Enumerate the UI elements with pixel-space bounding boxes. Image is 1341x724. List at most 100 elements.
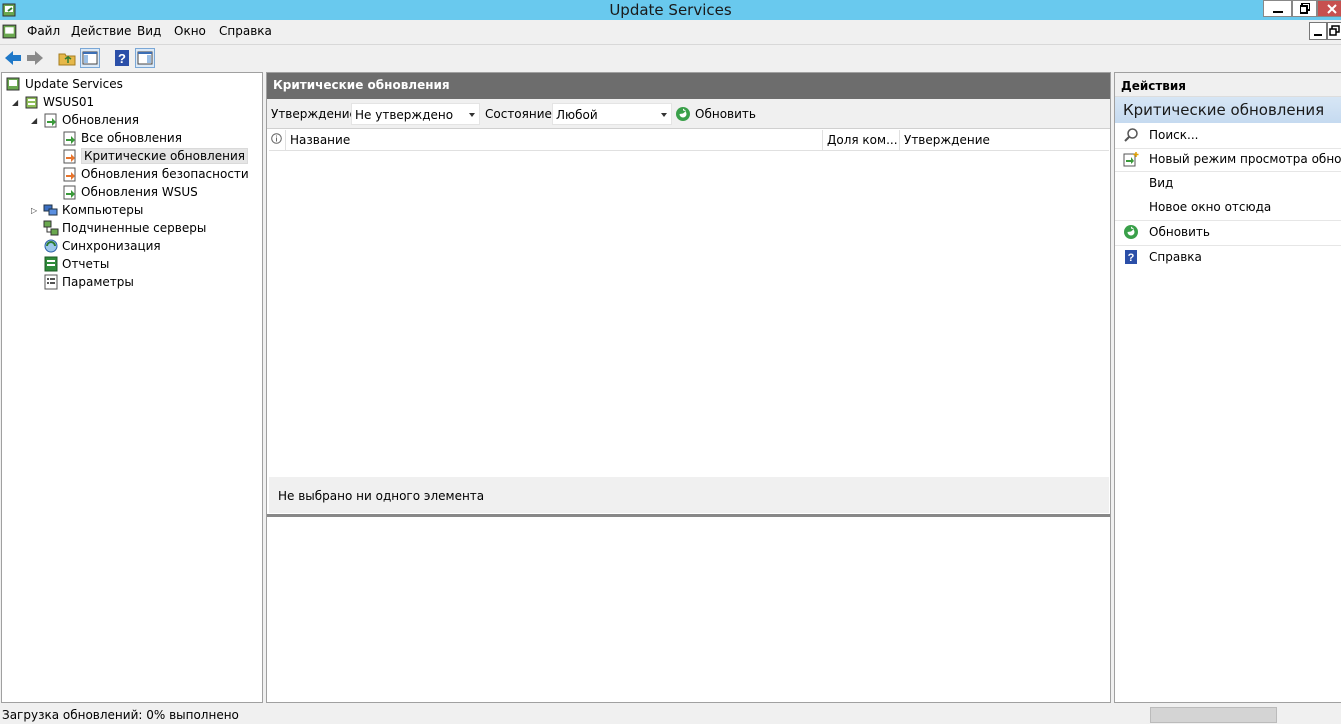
status-label: Состояние: [485, 107, 556, 121]
tree-item-security-updates[interactable]: Обновления безопасности [62, 165, 249, 183]
forward-arrow-icon[interactable] [25, 48, 45, 68]
tree-label: Обновления безопасности [81, 167, 249, 181]
folder-up-icon[interactable] [57, 48, 77, 68]
tree-label: Компьютеры [62, 203, 144, 217]
console-tree-icon [82, 51, 98, 65]
restore-icon [1299, 3, 1310, 14]
help-icon: ? [1125, 250, 1137, 264]
minimize-icon [1314, 34, 1322, 36]
action-new-update-view[interactable]: Новый режим просмотра обнов... [1115, 147, 1341, 171]
security-updates-icon [63, 167, 76, 182]
info-icon [271, 133, 282, 144]
collapse-icon[interactable]: ◢ [31, 116, 37, 125]
tree-item-updates[interactable]: Обновления [43, 111, 139, 129]
tree-label: Обновления WSUS [81, 185, 198, 199]
details-panel [269, 517, 1109, 702]
updates-list[interactable] [269, 152, 1109, 476]
action-label: Справка [1149, 250, 1202, 264]
toolbar: ? [0, 44, 1341, 71]
action-label: Поиск... [1149, 128, 1199, 142]
column-header-title[interactable]: Название [286, 130, 823, 150]
tree-item-downstream-servers[interactable]: Подчиненные серверы [43, 219, 206, 237]
approval-dropdown[interactable]: Не утверждено [351, 103, 480, 125]
tree-label: Все обновления [81, 131, 182, 145]
status-bar: Загрузка обновлений: 0% выполнено [0, 704, 1341, 724]
show-hide-console-tree-button[interactable] [80, 48, 100, 68]
update-services-icon [6, 77, 20, 91]
results-pane: Критические обновления Утверждение: Не у… [266, 72, 1111, 703]
updates-icon [44, 113, 57, 128]
progress-bar [1150, 707, 1277, 723]
info-column-header[interactable] [269, 130, 286, 150]
action-search[interactable]: Поиск... [1115, 123, 1341, 147]
approval-label: Утверждение: [271, 107, 361, 121]
tree-label: Критические обновления [81, 148, 248, 164]
menu-action[interactable]: Действие [71, 24, 131, 38]
filter-bar: Утверждение: Не утверждено Состояние: Лю… [267, 99, 1110, 129]
actions-pane: Действия Критические обновления Поиск...… [1114, 72, 1341, 703]
refresh-button[interactable]: Обновить [675, 104, 756, 124]
status-value: Любой [556, 108, 598, 122]
actions-section-header[interactable]: Критические обновления [1115, 97, 1341, 123]
mdi-restore-button[interactable] [1327, 22, 1341, 40]
minimize-icon [1272, 11, 1283, 13]
svg-text:?: ? [118, 51, 126, 66]
help-icon[interactable]: ? [112, 48, 132, 68]
status-dropdown[interactable]: Любой [552, 103, 672, 125]
details-header: Не выбрано ни одного элемента [269, 477, 1109, 513]
options-icon [44, 274, 58, 290]
mdi-minimize-button[interactable] [1309, 22, 1327, 40]
action-refresh[interactable]: Обновить [1115, 220, 1341, 244]
restore-button[interactable] [1292, 0, 1317, 17]
approval-value: Не утверждено [355, 108, 454, 122]
back-arrow-icon[interactable] [3, 48, 23, 68]
minimize-button[interactable] [1263, 0, 1292, 17]
action-view[interactable]: Вид [1115, 171, 1341, 195]
tree-label: Подчиненные серверы [62, 221, 207, 235]
refresh-label: Обновить [695, 107, 756, 121]
tree-item-server[interactable]: WSUS01 [24, 93, 94, 111]
reports-icon [44, 256, 58, 272]
dropdown-arrow-icon [469, 113, 475, 117]
svg-text:?: ? [1128, 252, 1135, 264]
column-header-installed-percent[interactable]: Доля ком... [823, 130, 900, 150]
title-bar: Update Services [0, 0, 1341, 20]
close-button[interactable] [1317, 0, 1341, 17]
action-pane-icon [137, 51, 153, 65]
action-label: Обновить [1149, 225, 1210, 239]
menu-file[interactable]: Файл [27, 24, 60, 38]
search-icon [1124, 128, 1138, 142]
collapse-icon[interactable]: ◢ [12, 98, 18, 107]
tree-item-all-updates[interactable]: Все обновления [62, 129, 182, 147]
tree-item-options[interactable]: Параметры [43, 273, 134, 291]
refresh-icon [676, 107, 690, 121]
menu-window[interactable]: Окно [174, 24, 206, 38]
tree-item-critical-updates[interactable]: Критические обновления [62, 147, 248, 165]
show-hide-action-pane-button[interactable] [135, 48, 155, 68]
action-label: Новый режим просмотра обнов... [1149, 152, 1341, 166]
tree-label: Параметры [62, 275, 134, 289]
action-new-window[interactable]: Новое окно отсюда [1115, 195, 1341, 219]
tree-label: Update Services [25, 77, 123, 91]
server-icon [25, 96, 38, 109]
expand-icon[interactable]: ▷ [31, 206, 37, 215]
column-header-row: Название Доля ком... Утверждение [269, 130, 1109, 151]
new-view-icon [1123, 152, 1139, 167]
restore-icon [1329, 25, 1340, 36]
console-icon[interactable] [2, 23, 19, 40]
tree-item-wsus-updates[interactable]: Обновления WSUS [62, 183, 198, 201]
actions-header: Действия [1115, 73, 1341, 97]
column-header-approval[interactable]: Утверждение [900, 130, 1109, 150]
updates-icon [63, 131, 76, 146]
tree-item-update-services[interactable]: Update Services [6, 75, 123, 93]
synchronization-icon [44, 239, 58, 253]
tree-item-reports[interactable]: Отчеты [43, 255, 109, 273]
tree-item-computers[interactable]: Компьютеры [43, 201, 143, 219]
action-label: Вид [1149, 176, 1174, 190]
menu-view[interactable]: Вид [137, 24, 161, 38]
window-title: Update Services [609, 1, 732, 19]
tree-label: Отчеты [62, 257, 110, 271]
tree-item-synchronization[interactable]: Синхронизация [43, 237, 161, 255]
action-help[interactable]: ? Справка [1115, 245, 1341, 269]
menu-help[interactable]: Справка [219, 24, 272, 38]
